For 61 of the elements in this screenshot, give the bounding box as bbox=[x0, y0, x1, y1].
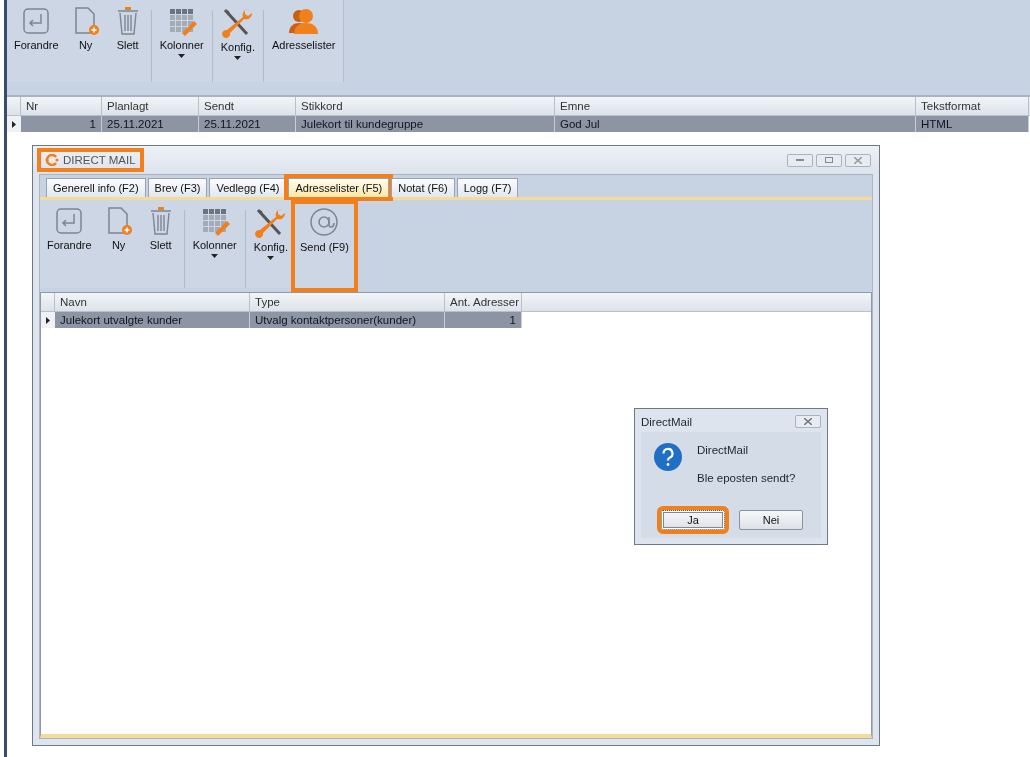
close-icon bbox=[854, 156, 862, 164]
column-header[interactable]: Emne bbox=[555, 97, 916, 115]
tab[interactable]: Logg (F7) bbox=[456, 178, 519, 197]
dialog-title: DirectMail bbox=[641, 415, 693, 428]
column-header[interactable]: Navn bbox=[55, 293, 250, 311]
caret-icon bbox=[267, 256, 275, 260]
column-header[interactable]: Stikkord bbox=[296, 97, 555, 115]
column-header[interactable]: Sendt bbox=[199, 97, 296, 115]
window-title: DIRECT MAIL bbox=[41, 152, 140, 168]
toolbar-button[interactable]: Ny bbox=[65, 4, 106, 82]
dialog-button[interactable]: Nei bbox=[739, 510, 803, 530]
column-header[interactable]: Nr bbox=[21, 97, 102, 115]
toolbar-button[interactable]: Kolonner bbox=[154, 4, 209, 82]
dialog-heading: DirectMail bbox=[697, 444, 750, 456]
at-sign-icon bbox=[308, 206, 341, 238]
toolbar-button[interactable]: Konfig. bbox=[248, 204, 293, 288]
wrench-screwdriver-icon bbox=[220, 6, 255, 38]
table-cell: 25.11.2021 bbox=[102, 116, 199, 132]
toolbar-button[interactable]: Kolonner bbox=[187, 204, 242, 288]
maximize-button[interactable] bbox=[816, 153, 842, 167]
people-icon bbox=[287, 6, 320, 36]
table-cell: 25.11.2021 bbox=[199, 116, 296, 132]
wrench-screwdriver-icon bbox=[253, 206, 288, 238]
close-button[interactable] bbox=[795, 415, 821, 428]
toolbar-button[interactable]: Ny bbox=[98, 204, 139, 288]
close-icon bbox=[804, 418, 812, 425]
row-pointer-icon bbox=[46, 316, 50, 324]
toolbar-button[interactable]: Slett bbox=[140, 204, 181, 288]
tab[interactable]: Brev (F3) bbox=[147, 178, 208, 197]
toolbar-button[interactable]: Slett bbox=[107, 4, 148, 82]
maximize-icon bbox=[825, 157, 833, 163]
table-cell: Utvalg kontaktpersoner(kunder) bbox=[250, 312, 445, 328]
caret-icon bbox=[178, 54, 186, 58]
toolbar-button[interactable]: Adresselister bbox=[266, 4, 341, 82]
minimize-button[interactable] bbox=[787, 153, 813, 167]
toolbar-button[interactable]: Forandre bbox=[42, 204, 97, 288]
tab[interactable]: Vedlegg (F4) bbox=[209, 178, 287, 197]
table-cell: Julekort utvalgte kunder bbox=[55, 312, 250, 328]
table-cell: HTML bbox=[916, 116, 1029, 132]
minimize-icon bbox=[796, 158, 804, 162]
tab[interactable]: Generell info (F2) bbox=[46, 178, 146, 197]
column-header[interactable]: Ant. Adresser bbox=[445, 293, 522, 311]
table-cell: Julekort til kundegruppe bbox=[296, 116, 555, 132]
toolbar-button[interactable]: Send (F9) bbox=[294, 204, 354, 288]
caret-icon bbox=[234, 56, 242, 60]
logo-icon bbox=[45, 154, 59, 166]
toolbar-button[interactable]: Konfig. bbox=[215, 4, 260, 82]
table-cell: 1 bbox=[445, 312, 522, 328]
row-pointer-icon bbox=[12, 120, 16, 128]
table-cell: 1 bbox=[21, 116, 102, 132]
tab[interactable]: Notat (F6) bbox=[391, 178, 455, 197]
question-icon bbox=[653, 442, 683, 472]
column-header[interactable]: Tekstformat bbox=[916, 97, 1029, 115]
column-header[interactable]: Type bbox=[250, 293, 445, 311]
toolbar-button[interactable]: Forandre bbox=[9, 4, 64, 82]
caret-icon bbox=[211, 254, 219, 258]
column-header[interactable]: Planlagt bbox=[102, 97, 199, 115]
table-row[interactable]: 1 25.11.2021 25.11.2021 Julekort til kundegruppe God Jul HTML bbox=[7, 116, 1030, 132]
close-button[interactable] bbox=[845, 153, 871, 167]
dialog-message: Ble eposten sendt? bbox=[697, 472, 796, 484]
table-cell: God Jul bbox=[555, 116, 916, 132]
